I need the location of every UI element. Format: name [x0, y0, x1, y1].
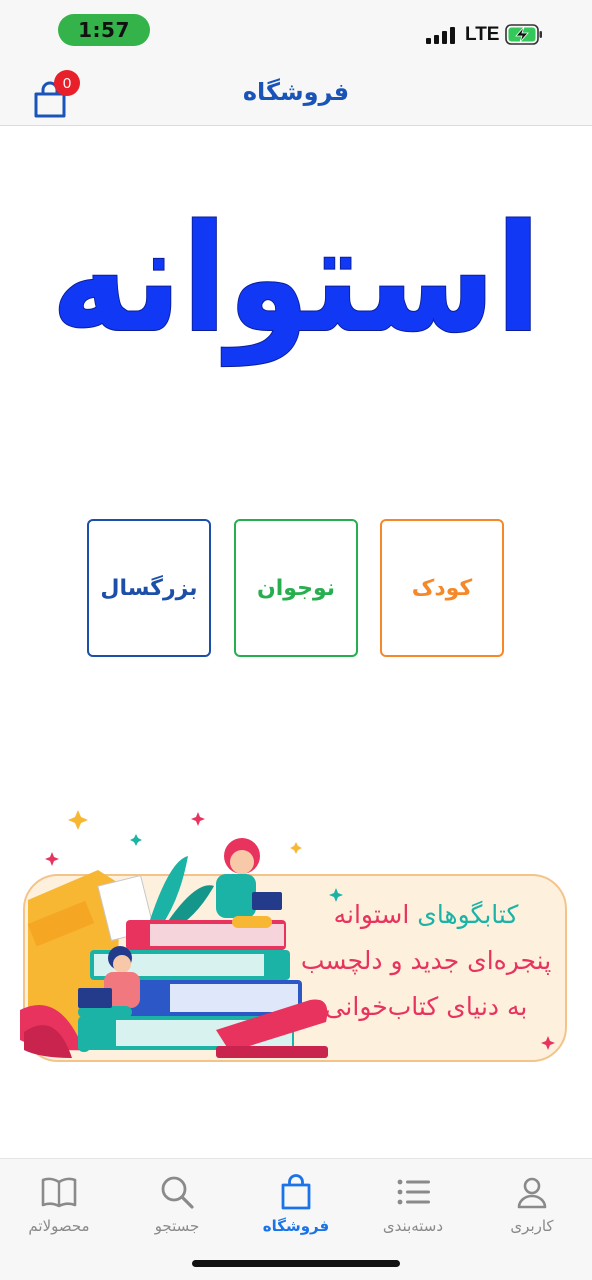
- promo-line-1-suffix: استوانه: [333, 900, 410, 929]
- signal-strength-icon: [426, 26, 455, 44]
- search-icon: [161, 1176, 194, 1209]
- nav-categories[interactable]: دسته‌بندی: [358, 1173, 468, 1243]
- list-icon: [397, 1179, 430, 1205]
- nav-shop-label: فروشگاه: [262, 1217, 330, 1235]
- shopping-bag-icon: [281, 1174, 311, 1210]
- promo-line-3: به دنیای کتاب‌خوانی: [324, 992, 528, 1021]
- category-adult-button[interactable]: بزرگسال: [87, 519, 211, 657]
- category-child-button[interactable]: کودک: [380, 519, 504, 657]
- nav-my-products[interactable]: محصولاتم: [4, 1173, 114, 1243]
- status-time: 1:57: [58, 14, 150, 46]
- nav-search-label: جستجو: [154, 1217, 200, 1235]
- nav-user-label: کاربری: [510, 1217, 554, 1235]
- promo-line-1-prefix: کتابگوهای: [417, 900, 519, 929]
- nav-search[interactable]: جستجو: [122, 1173, 232, 1243]
- cart-count-badge: 0: [54, 70, 80, 96]
- book-icon: [41, 1177, 77, 1208]
- battery-charging-icon: [505, 24, 542, 45]
- nav-shop[interactable]: فروشگاه: [241, 1173, 351, 1243]
- brand-logo-text: استوانه: [51, 193, 541, 367]
- promo-banner-caption: کتابگوهای استوانه پنجره‌ای جدید و دلچسب …: [290, 892, 562, 1030]
- category-label: بزرگسال: [100, 575, 198, 601]
- promo-line-1: کتابگوهای استوانه: [290, 892, 562, 938]
- category-label: کودک: [411, 575, 473, 601]
- promo-line-2: پنجره‌ای جدید و دلچسب: [300, 946, 552, 975]
- page-title: فروشگاه: [242, 78, 350, 106]
- nav-categories-label: دسته‌بندی: [382, 1217, 444, 1235]
- category-label: نوجوان: [256, 575, 336, 601]
- user-icon: [517, 1177, 547, 1209]
- nav-user[interactable]: کاربری: [477, 1173, 587, 1243]
- network-type: LTE: [465, 24, 500, 45]
- category-teen-button[interactable]: نوجوان: [234, 519, 358, 657]
- brand-logo: استوانه: [50, 192, 542, 368]
- status-bar: 1:57 LTE: [0, 0, 592, 62]
- home-indicator[interactable]: [192, 1260, 400, 1267]
- app-header: فروشگاه: [0, 62, 592, 126]
- nav-my-products-label: محصولاتم: [28, 1217, 90, 1235]
